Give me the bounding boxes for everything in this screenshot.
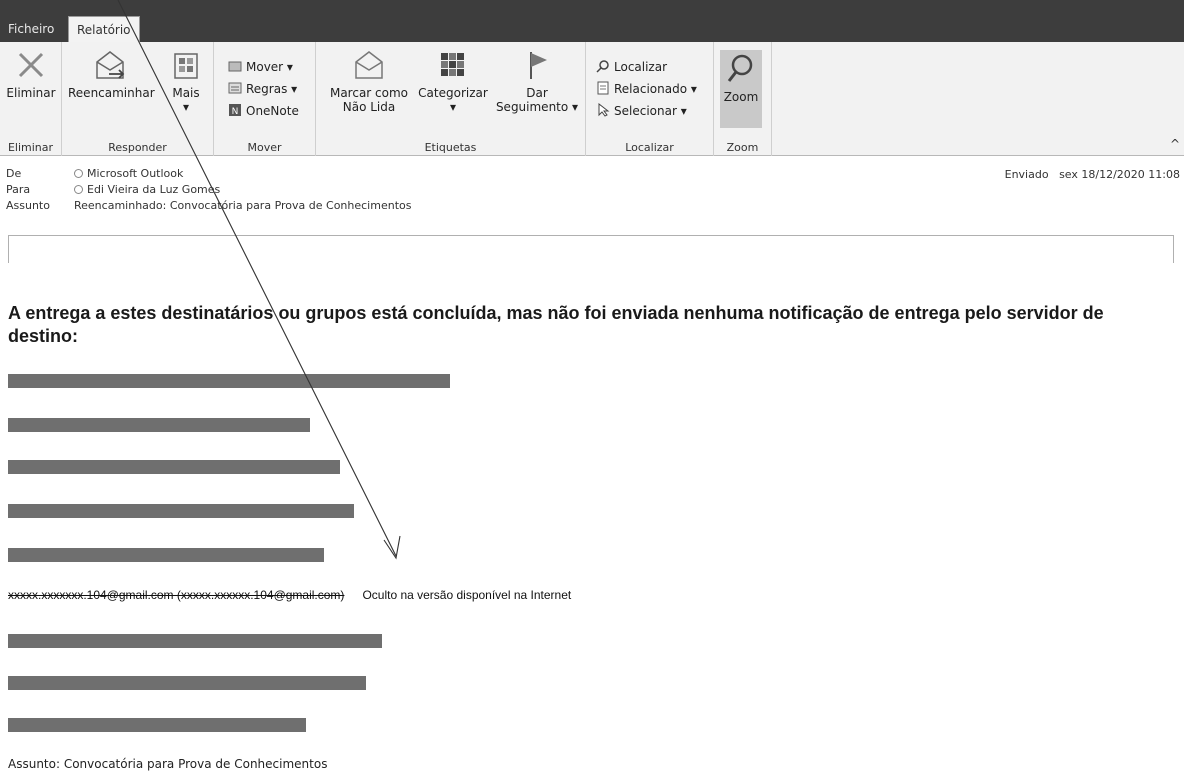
move-button[interactable]: Mover ▾: [228, 58, 293, 76]
more-respond-button[interactable]: Mais ▾: [166, 48, 206, 114]
collapse-ribbon-button[interactable]: ^: [1170, 137, 1180, 151]
presence-icon: [74, 185, 83, 194]
categorize-arrow: ▾: [449, 100, 457, 114]
more-actions-icon: [174, 53, 198, 79]
find-button[interactable]: Localizar: [596, 58, 667, 76]
mark-unread-label-1: Marcar como: [329, 86, 409, 100]
mark-unread-button[interactable]: Marcar como Não Lida: [324, 48, 414, 114]
header-sent: Enviado sex 18/12/2020 11:08: [1005, 168, 1180, 181]
delete-button-label: Eliminar: [6, 86, 56, 100]
delete-button[interactable]: Eliminar: [2, 48, 60, 100]
recipient-address[interactable]: xxxxx.xxxxxxx.104@gmail.com (xxxxx.xxxxx…: [8, 588, 344, 602]
header-subject-value: Reencaminhado: Convocatória para Prova d…: [74, 199, 412, 212]
find-button-label: Localizar: [614, 60, 668, 74]
header-from-label: De: [6, 167, 22, 180]
redacted-recipient: [8, 504, 354, 518]
group-respond: Reencaminhar Mais ▾ Responder: [62, 42, 214, 156]
group-zoom: Zoom Zoom: [714, 42, 772, 156]
message-body-frame: [8, 235, 1174, 263]
group-delete-label: Eliminar: [7, 141, 54, 154]
move-button-label: Mover ▾: [246, 60, 293, 74]
forward-button[interactable]: Reencaminhar: [68, 48, 155, 100]
tab-report[interactable]: Relatório: [68, 16, 140, 42]
header-from-value[interactable]: Microsoft Outlook: [74, 166, 183, 182]
recipient-visible-line: xxxxx.xxxxxxx.104@gmail.com (xxxxx.xxxxx…: [8, 588, 571, 602]
search-icon: [596, 60, 609, 73]
forward-envelope-icon: [96, 51, 125, 79]
follow-up-button[interactable]: Dar Seguimento ▾: [492, 48, 582, 114]
sent-value: sex 18/12/2020 11:08: [1059, 168, 1180, 181]
zoom-button[interactable]: Zoom: [720, 52, 762, 104]
more-respond-arrow: ▾: [182, 100, 190, 114]
redacted-recipient: [8, 460, 340, 474]
related-document-icon: [597, 81, 609, 95]
header-to-label: Para: [6, 183, 31, 196]
group-move-label: Mover: [247, 141, 282, 154]
original-subject-line: Assunto: Convocatória para Prova de Conh…: [8, 757, 328, 771]
svg-text:N: N: [232, 107, 239, 117]
categorize-grid-icon: [441, 53, 464, 76]
select-button-label: Selecionar ▾: [614, 104, 687, 118]
header-subject-label: Assunto: [6, 199, 50, 212]
sent-label: Enviado: [1004, 168, 1049, 181]
group-tags: Marcar como Não Lida Categorizar ▾ Dar S…: [316, 42, 586, 156]
group-respond-label: Responder: [108, 141, 167, 154]
flag-icon: [530, 52, 547, 79]
rules-button-label: Regras ▾: [246, 82, 298, 96]
categorize-label: Categorizar: [418, 86, 488, 100]
magnifier-icon: [727, 54, 753, 82]
ribbon-tab-bar: Ficheiro Relatório: [0, 0, 1184, 42]
cursor-arrow-icon: [598, 103, 610, 117]
delivery-heading: A entrega a estes destinatários ou grupo…: [8, 303, 1104, 346]
redacted-recipient: [8, 718, 306, 732]
redacted-recipient: [8, 548, 324, 562]
redacted-recipient: [8, 418, 310, 432]
redacted-recipient: [8, 676, 366, 690]
group-tags-label: Etiquetas: [424, 141, 477, 154]
rules-button[interactable]: Regras ▾: [228, 80, 297, 98]
header-to-value[interactable]: Edi Vieira da Luz Gomes: [74, 182, 220, 198]
forward-button-label: Reencaminhar: [68, 86, 155, 100]
related-button[interactable]: Relacionado ▾: [596, 80, 697, 98]
follow-up-label-1: Dar: [526, 86, 548, 100]
onenote-button[interactable]: N OneNote: [228, 102, 299, 120]
to-name: Edi Vieira da Luz Gomes: [87, 183, 221, 196]
tab-file[interactable]: Ficheiro: [0, 16, 62, 42]
hidden-note: Oculto na versão disponível na Internet: [362, 588, 572, 602]
related-button-label: Relacionado ▾: [614, 82, 697, 96]
onenote-icon: N: [229, 104, 241, 117]
rules-icon: [228, 82, 242, 94]
group-move: Mover ▾ Regras ▾ N OneNote Mover: [214, 42, 316, 156]
mark-unread-label-2: Não Lida: [342, 100, 396, 114]
redacted-recipient: [8, 634, 382, 648]
follow-up-label-2: Seguimento ▾: [495, 100, 579, 114]
mark-unread-envelope-icon: [355, 51, 383, 79]
move-icon: [228, 61, 242, 72]
more-respond-label: Mais: [172, 86, 200, 100]
redacted-recipient: [8, 374, 450, 388]
from-name: Microsoft Outlook: [87, 167, 184, 180]
ribbon: Eliminar Eliminar Reencaminhar Mais ▾ Re…: [0, 42, 1184, 156]
presence-icon: [74, 169, 83, 178]
select-button[interactable]: Selecionar ▾: [596, 102, 687, 120]
group-find-label: Localizar: [625, 141, 674, 154]
zoom-button-label: Zoom: [723, 90, 759, 104]
group-find: Localizar Relacionado ▾ Selecionar ▾ Loc…: [586, 42, 714, 156]
categorize-button[interactable]: Categorizar ▾: [414, 48, 492, 114]
group-zoom-label: Zoom: [726, 141, 759, 154]
onenote-button-label: OneNote: [246, 104, 299, 118]
delete-x-icon: [18, 52, 44, 78]
group-delete: Eliminar Eliminar: [0, 42, 62, 156]
